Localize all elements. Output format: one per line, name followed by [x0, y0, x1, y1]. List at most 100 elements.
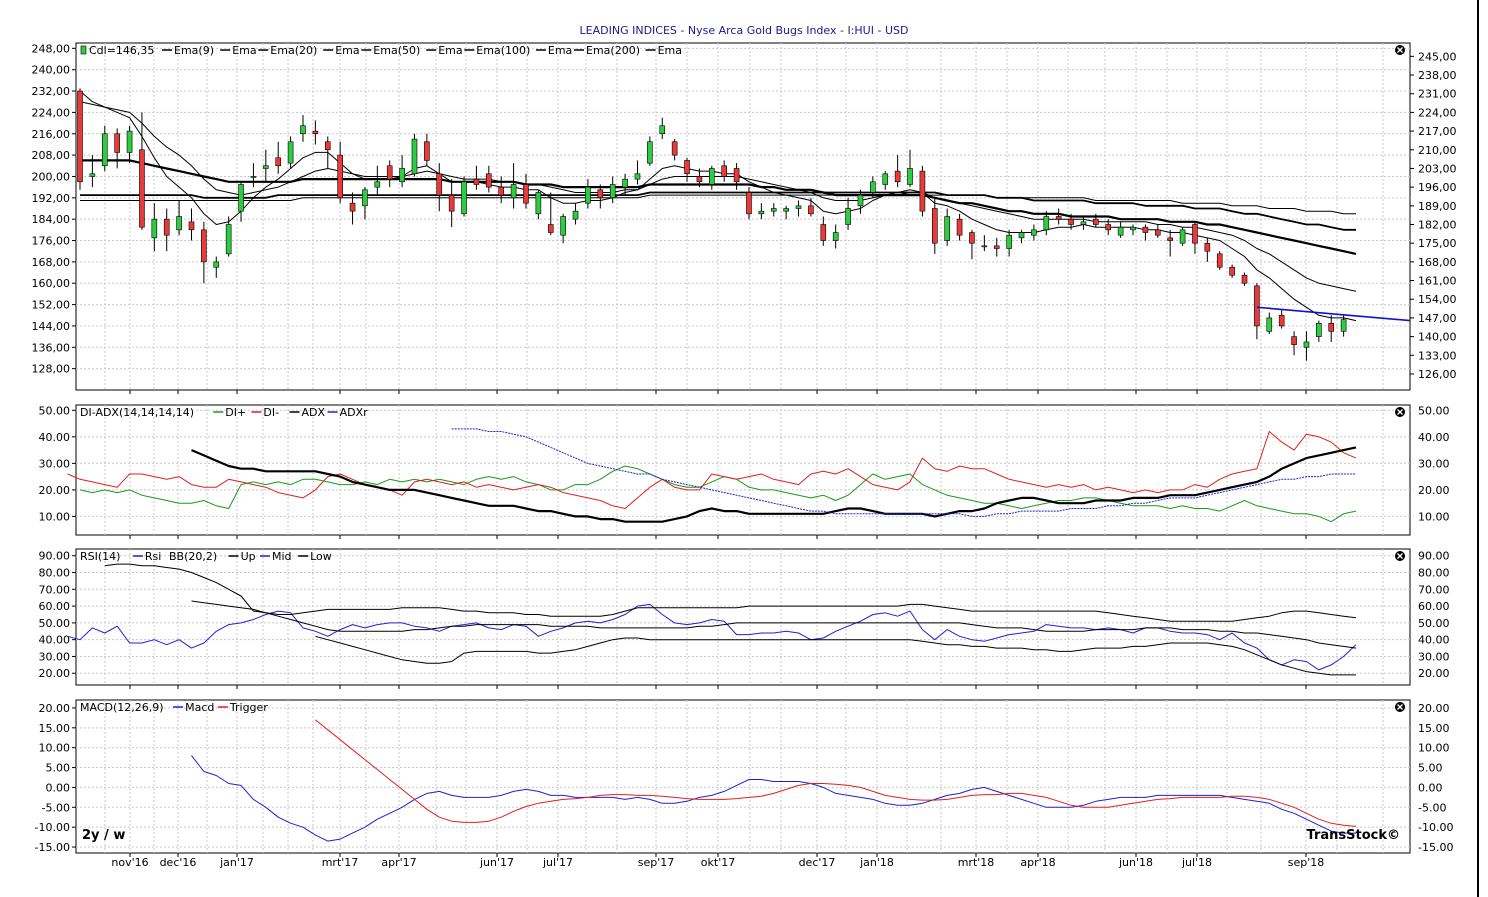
candle-body: [1080, 221, 1087, 225]
candle-body: [1117, 226, 1124, 236]
candle-body: [275, 157, 282, 167]
y-tick-label-left: 224,00: [32, 106, 71, 119]
candle-body: [535, 192, 542, 215]
close-icon[interactable]: [1395, 551, 1405, 561]
candle-body: [696, 176, 703, 183]
candle-body: [709, 168, 715, 185]
y-tick-label-right: 147,00: [1418, 312, 1457, 325]
candle-body: [89, 173, 96, 177]
candle-body: [746, 192, 752, 215]
candle-body: [337, 154, 343, 199]
legend-item: Macd: [185, 701, 214, 714]
candle-body: [201, 229, 207, 263]
panel-macd: 20.00 20.00 15.00 15.00 10.00 10.00 5.00 5.00 0.…: [35, 699, 1453, 857]
candle-body: [795, 205, 802, 209]
close-icon[interactable]: [1395, 45, 1405, 55]
candle-body: [1192, 224, 1198, 244]
close-icon[interactable]: [1395, 702, 1405, 712]
y-tick-label-right: 224,00: [1418, 106, 1457, 119]
y-tick-label-left: 70.00: [39, 583, 71, 596]
y-tick-label-right: -10.00: [1418, 821, 1453, 834]
y-tick-label-right: 90.00: [1418, 550, 1450, 563]
candle-body: [993, 245, 1000, 249]
candle-body: [758, 210, 765, 215]
panel-di-adx: 50.00 50.00 40.00 40.00 30.00 30.00 20.00 20.00…: [39, 404, 1450, 539]
y-tick-label-left: 20.00: [39, 667, 71, 680]
candle-body: [857, 194, 864, 207]
candle-body: [225, 224, 232, 255]
y-tick-label-left: 20.00: [39, 484, 71, 497]
y-tick-label-left: 30.00: [39, 457, 71, 470]
panel-rsi: 90.00 90.00 80.00 80.00 70.00 70.00 60.00 60.00…: [39, 548, 1450, 689]
panel-price: 248,00 240,00 232,00 224,00 216,00 208,00 200,…: [32, 42, 1457, 394]
brand-label: TransStock©: [1307, 828, 1400, 843]
candle-body: [1018, 232, 1025, 239]
candle-body: [820, 224, 827, 241]
x-tick-label: dec'17: [799, 856, 836, 869]
candle-body: [1142, 226, 1149, 233]
y-tick-label-left: 50.00: [39, 404, 71, 417]
y-tick-label-right: 175,00: [1418, 237, 1457, 250]
candle-body: [560, 216, 566, 236]
candle-body: [1278, 314, 1285, 327]
legend-item: ADX: [302, 406, 326, 419]
x-tick-label: mrt'18: [958, 856, 995, 869]
candle-body: [411, 138, 418, 175]
panel-frame: [75, 42, 1411, 391]
legend-item: Cdl=146,35: [89, 44, 154, 57]
y-tick-label-right: 20.00: [1418, 667, 1450, 680]
y-tick-label-left: 136,00: [32, 341, 71, 354]
y-tick-label-left: 90.00: [39, 550, 71, 563]
y-tick-label-right: 217,00: [1418, 125, 1457, 138]
y-tick-label-right: 140,00: [1418, 331, 1457, 344]
y-tick-label-right: 0.00: [1418, 781, 1443, 794]
candle-body: [213, 261, 220, 268]
y-tick-label-right: 20.00: [1418, 702, 1450, 715]
candle-body: [684, 160, 690, 175]
legend-candle-swatch: [80, 45, 87, 55]
candle-body: [399, 168, 405, 183]
y-tick-label-left: 216,00: [32, 128, 71, 141]
x-tick-label: apr'17: [381, 856, 416, 869]
y-tick-label-right: 154,00: [1418, 293, 1457, 306]
candle-body: [238, 184, 244, 212]
y-tick-label-left: 20.00: [39, 702, 71, 715]
candle-body: [808, 205, 814, 215]
candle-body: [263, 165, 269, 169]
x-tick-label: mrt'17: [322, 856, 359, 869]
x-tick-label: sep'18: [1288, 856, 1325, 869]
candle-body: [1266, 317, 1273, 332]
candle-body: [188, 221, 195, 231]
candle-body: [770, 208, 777, 212]
candle-body: [1291, 336, 1297, 345]
candle-body: [969, 232, 975, 244]
legend-item: DI-ADX(14,14,14,14): [80, 406, 194, 419]
y-tick-label-left: 144,00: [32, 320, 71, 333]
legend-item: ADXr: [340, 406, 369, 419]
y-tick-label-left: 40.00: [39, 431, 71, 444]
candle-body: [1316, 322, 1322, 337]
close-icon[interactable]: [1395, 407, 1405, 417]
y-tick-label-left: 176,00: [32, 235, 71, 248]
candle-body: [126, 130, 133, 153]
x-tick-label: dec'16: [160, 856, 197, 869]
y-tick-label-right: 60.00: [1418, 600, 1450, 613]
legend-bg: [77, 44, 81, 55]
y-tick-label-right: 15.00: [1418, 722, 1450, 735]
candle-body: [436, 173, 443, 196]
x-tick-label: sep'17: [638, 856, 675, 869]
legend-item: RSI(14): [80, 550, 120, 563]
y-tick-label-right: 168,00: [1418, 256, 1457, 269]
legend-item: DI-: [263, 406, 279, 419]
candle-body: [386, 165, 393, 180]
candle-body: [671, 141, 678, 156]
panel-frame: [75, 548, 1411, 686]
candle-body: [461, 181, 467, 215]
candle-body: [324, 141, 331, 151]
legend-item: Mid: [272, 550, 292, 563]
y-tick-label-right: 50.00: [1418, 617, 1450, 630]
legend-item: Ema(100): [476, 44, 530, 57]
y-tick-label-right: 40.00: [1418, 634, 1450, 647]
candle-body: [721, 165, 727, 177]
y-tick-label-left: -10.00: [35, 821, 70, 834]
